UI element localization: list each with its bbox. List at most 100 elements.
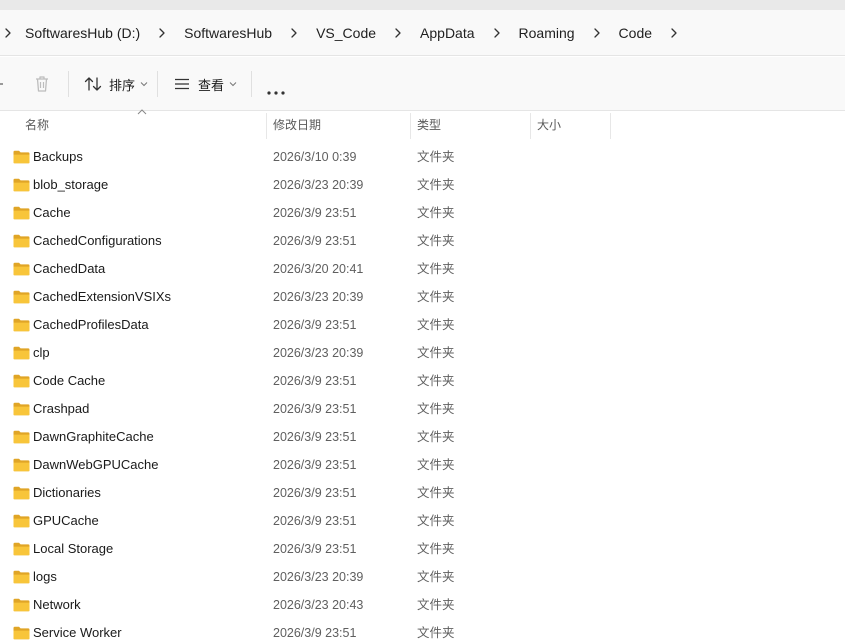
file-name: CachedExtensionVSIXs — [33, 289, 172, 304]
file-name: DawnGraphiteCache — [33, 429, 154, 444]
file-modified-date: 2026/3/23 20:39 — [273, 290, 364, 304]
file-modified-date: 2026/3/9 23:51 — [273, 542, 357, 556]
breadcrumb-segment[interactable]: Code — [613, 22, 658, 44]
file-type: 文件夹 — [417, 290, 455, 304]
column-header-size[interactable]: 大小 — [537, 112, 561, 139]
chevron-right-icon[interactable] — [662, 21, 686, 45]
file-modified-date: 2026/3/23 20:43 — [273, 598, 364, 612]
folder-icon — [13, 374, 30, 388]
list-item[interactable]: CachedConfigurations 2026/3/9 23:51 文件夹 — [0, 227, 845, 255]
trash-icon[interactable] — [33, 74, 51, 94]
list-item[interactable]: CachedProfilesData 2026/3/9 23:51 文件夹 — [0, 311, 845, 339]
command-bar: 排序 查看 — [0, 57, 845, 111]
file-modified-date: 2026/3/9 23:51 — [273, 402, 357, 416]
list-item[interactable]: Local Storage 2026/3/9 23:51 文件夹 — [0, 535, 845, 563]
list-item[interactable]: logs 2026/3/23 20:39 文件夹 — [0, 563, 845, 591]
breadcrumb-segment[interactable]: AppData — [414, 22, 480, 44]
more-icon — [267, 91, 285, 95]
file-modified-date: 2026/3/9 23:51 — [273, 374, 357, 388]
list-item[interactable]: blob_storage 2026/3/23 20:39 文件夹 — [0, 171, 845, 199]
chevron-right-icon[interactable] — [1, 21, 15, 45]
file-modified-date: 2026/3/23 20:39 — [273, 178, 364, 192]
folder-icon — [13, 150, 30, 164]
column-header-type[interactable]: 类型 — [417, 112, 441, 139]
more-options-button[interactable] — [267, 83, 285, 95]
file-type: 文件夹 — [417, 486, 455, 500]
sort-icon — [84, 77, 102, 91]
chevron-right-icon[interactable] — [150, 21, 174, 45]
file-modified-date: 2026/3/9 23:51 — [273, 234, 357, 248]
file-name: Code Cache — [33, 373, 106, 388]
view-button[interactable]: 查看 — [173, 71, 237, 97]
column-header-name[interactable]: 名称 — [25, 112, 49, 139]
file-name: Cache — [33, 205, 71, 220]
folder-icon — [13, 570, 30, 584]
column-resize-handle[interactable] — [266, 113, 267, 139]
file-name: Crashpad — [33, 401, 90, 416]
file-name: Service Worker — [33, 625, 122, 640]
list-item[interactable]: Crashpad 2026/3/9 23:51 文件夹 — [0, 395, 845, 423]
file-type: 文件夹 — [417, 626, 455, 640]
chevron-right-icon[interactable] — [282, 21, 306, 45]
file-name: Network — [33, 597, 81, 612]
list-item[interactable]: Code Cache 2026/3/9 23:51 文件夹 — [0, 367, 845, 395]
view-icon — [175, 78, 189, 90]
list-item[interactable]: Service Worker 2026/3/9 23:51 文件夹 — [0, 619, 845, 641]
file-name: logs — [33, 569, 57, 584]
file-type: 文件夹 — [417, 346, 455, 360]
column-header-row: 名称 修改日期 类型 大小 — [0, 109, 845, 139]
chevron-right-icon[interactable] — [585, 21, 609, 45]
list-item[interactable]: clp 2026/3/23 20:39 文件夹 — [0, 339, 845, 367]
column-resize-handle[interactable] — [410, 113, 411, 139]
file-modified-date: 2026/3/9 23:51 — [273, 318, 357, 332]
file-modified-date: 2026/3/9 23:51 — [273, 206, 357, 220]
list-item[interactable]: CachedData 2026/3/20 20:41 文件夹 — [0, 255, 845, 283]
sort-button[interactable]: 排序 — [84, 71, 148, 97]
list-item[interactable]: GPUCache 2026/3/9 23:51 文件夹 — [0, 507, 845, 535]
file-modified-date: 2026/3/10 0:39 — [273, 150, 357, 164]
file-name: GPUCache — [33, 513, 99, 528]
folder-icon — [13, 486, 30, 500]
list-item[interactable]: DawnGraphiteCache 2026/3/9 23:51 文件夹 — [0, 423, 845, 451]
list-item[interactable]: Network 2026/3/23 20:43 文件夹 — [0, 591, 845, 619]
folder-icon — [13, 458, 30, 472]
file-name: Dictionaries — [33, 485, 101, 500]
toolbar-separator — [251, 71, 252, 97]
folder-icon — [13, 402, 30, 416]
folder-icon — [13, 598, 30, 612]
file-modified-date: 2026/3/20 20:41 — [273, 262, 364, 276]
column-resize-handle[interactable] — [610, 113, 611, 139]
file-type: 文件夹 — [417, 262, 455, 276]
list-item[interactable]: Backups 2026/3/10 0:39 文件夹 — [0, 143, 845, 171]
list-item[interactable]: CachedExtensionVSIXs 2026/3/23 20:39 文件夹 — [0, 283, 845, 311]
file-type: 文件夹 — [417, 150, 455, 164]
chevron-right-icon[interactable] — [386, 21, 410, 45]
file-modified-date: 2026/3/23 20:39 — [273, 570, 364, 584]
list-item[interactable]: DawnWebGPUCache 2026/3/9 23:51 文件夹 — [0, 451, 845, 479]
file-name: Local Storage — [33, 541, 114, 556]
list-item[interactable]: Cache 2026/3/9 23:51 文件夹 — [0, 199, 845, 227]
folder-icon — [13, 290, 30, 304]
column-header-date[interactable]: 修改日期 — [273, 112, 321, 139]
folder-icon — [13, 430, 30, 444]
breadcrumb-segment[interactable]: VS_Code — [310, 22, 382, 44]
breadcrumb-segment[interactable]: SoftwaresHub (D:) — [19, 22, 146, 44]
file-type: 文件夹 — [417, 514, 455, 528]
address-bar[interactable]: SoftwaresHub (D:) SoftwaresHub VS_Code AppD… — [0, 10, 845, 56]
folder-icon — [13, 346, 30, 360]
breadcrumb-segment[interactable]: SoftwaresHub — [178, 22, 278, 44]
file-type: 文件夹 — [417, 206, 455, 220]
view-label: 查看 — [198, 77, 225, 93]
file-type: 文件夹 — [417, 598, 455, 612]
folder-icon — [13, 542, 30, 556]
file-modified-date: 2026/3/9 23:51 — [273, 514, 357, 528]
file-list: Backups 2026/3/10 0:39 文件夹 blob_storage 2026… — [0, 143, 845, 641]
file-name: clp — [33, 345, 50, 360]
column-resize-handle[interactable] — [530, 113, 531, 139]
chevron-right-icon[interactable] — [485, 21, 509, 45]
sort-label: 排序 — [109, 77, 136, 93]
file-name: DawnWebGPUCache — [33, 457, 159, 472]
list-item[interactable]: Dictionaries 2026/3/9 23:51 文件夹 — [0, 479, 845, 507]
breadcrumb-segment[interactable]: Roaming — [513, 22, 581, 44]
file-modified-date: 2026/3/9 23:51 — [273, 626, 357, 640]
